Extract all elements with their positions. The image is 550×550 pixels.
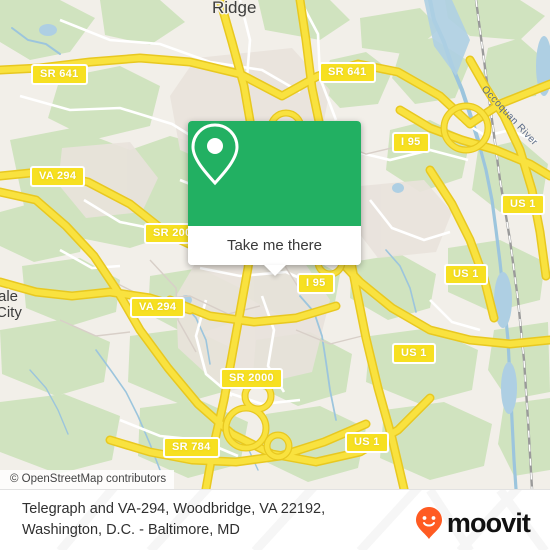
shield-sr-641-east[interactable]: SR 641 xyxy=(319,62,376,83)
place-label-dale-city-line1: ale xyxy=(0,288,19,305)
shield-i-95-north[interactable]: I 95 xyxy=(392,132,430,153)
moovit-brand[interactable]: moovit xyxy=(415,506,531,540)
callout-pin-area xyxy=(188,121,361,226)
map-canvas[interactable]: Ridge ale City Occoquan River SR 641 SR … xyxy=(0,0,550,489)
shield-us-1-center[interactable]: US 1 xyxy=(444,264,488,285)
callout-tail xyxy=(263,265,286,276)
shield-va-294-lower[interactable]: VA 294 xyxy=(130,297,186,318)
shield-us-1-lower[interactable]: US 1 xyxy=(392,343,436,364)
take-me-there-callout[interactable]: Take me there xyxy=(188,121,361,276)
shield-us-1-bottom[interactable]: US 1 xyxy=(345,432,389,453)
location-title-line1: Telegraph and VA-294, Woodbridge, VA 221… xyxy=(22,501,326,517)
location-title: Telegraph and VA-294, Woodbridge, VA 221… xyxy=(22,499,325,541)
shield-sr-2000-lower[interactable]: SR 2000 xyxy=(220,368,283,389)
take-me-there-label: Take me there xyxy=(226,237,323,254)
location-title-line2: Washington, D.C. - Baltimore, MD xyxy=(22,522,240,538)
osm-attribution[interactable]: © OpenStreetMap contributors xyxy=(0,470,175,489)
shield-va-294-upper[interactable]: VA 294 xyxy=(30,166,86,187)
place-label-ridge: Ridge xyxy=(212,0,257,17)
place-label-dale-city-line2: City xyxy=(0,304,22,321)
shield-i-95-center[interactable]: I 95 xyxy=(297,273,335,294)
shield-sr-784[interactable]: SR 784 xyxy=(163,437,220,458)
moovit-map-screenshot: Ridge ale City Occoquan River SR 641 SR … xyxy=(0,0,550,550)
shield-us-1-upper[interactable]: US 1 xyxy=(501,194,545,215)
footer-bar: Telegraph and VA-294, Woodbridge, VA 221… xyxy=(0,489,550,550)
moovit-wordmark: moovit xyxy=(446,507,531,538)
moovit-pin-icon xyxy=(415,507,442,539)
location-pin-icon xyxy=(191,123,239,186)
shield-sr-641-west[interactable]: SR 641 xyxy=(31,64,88,85)
take-me-there-button[interactable]: Take me there xyxy=(188,226,361,276)
